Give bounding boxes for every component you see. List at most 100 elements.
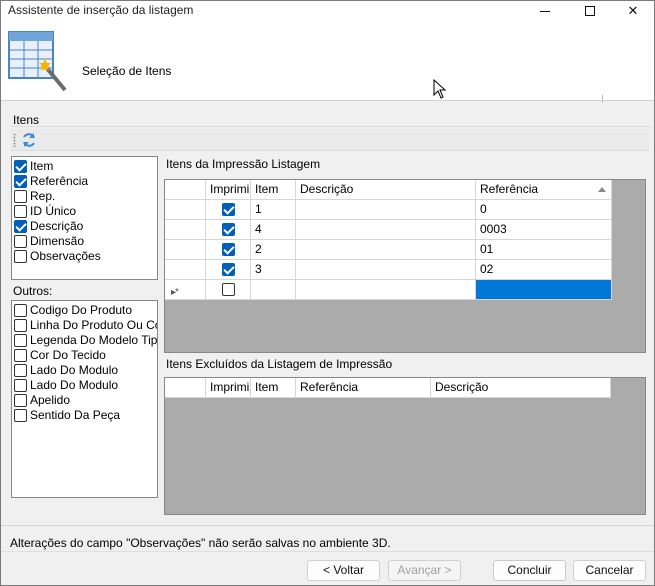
imprimir-cell[interactable] <box>206 220 251 240</box>
minimize-button[interactable] <box>523 1 567 21</box>
checkbox[interactable] <box>14 220 27 233</box>
descricao-cell[interactable] <box>296 280 476 300</box>
checkbox[interactable] <box>14 250 27 263</box>
others-option[interactable]: Legenda Do Modelo Tipo <box>12 333 157 348</box>
field-option-item[interactable]: Item <box>12 159 157 174</box>
checkbox[interactable] <box>222 223 235 236</box>
checkbox[interactable] <box>14 334 27 347</box>
maximize-button[interactable] <box>568 1 612 21</box>
status-divider <box>1 525 654 526</box>
imprimir-cell[interactable] <box>206 240 251 260</box>
others-option[interactable]: Cor Do Tecido <box>12 348 157 363</box>
refresh-icon[interactable] <box>21 132 37 148</box>
field-option-rep[interactable]: Rep. <box>12 189 157 204</box>
item-cell[interactable]: 3 <box>251 260 296 280</box>
minimize-icon <box>540 10 550 12</box>
checkbox[interactable] <box>222 243 235 256</box>
column-header-imprimir[interactable]: Imprimir <box>206 180 251 200</box>
checkbox[interactable] <box>14 304 27 317</box>
group-divider <box>11 126 651 127</box>
step-title: Seleção de Itens <box>82 64 172 78</box>
referencia-cell[interactable]: 0003 <box>476 220 612 240</box>
imprimir-cell[interactable] <box>206 200 251 220</box>
close-button[interactable]: ✕ <box>611 1 655 21</box>
column-header-descricao[interactable]: Descrição <box>431 378 611 398</box>
checkbox[interactable] <box>14 364 27 377</box>
checkbox[interactable] <box>14 319 27 332</box>
imprimir-cell[interactable] <box>206 280 251 300</box>
column-header-referencia[interactable]: Referência <box>296 378 431 398</box>
others-option[interactable]: Sentido Da Peça <box>12 408 157 423</box>
others-option[interactable]: Apelido <box>12 393 157 408</box>
descricao-cell[interactable] <box>296 260 476 280</box>
row-header-corner <box>165 378 206 398</box>
others-option[interactable]: Lado Do Modulo <box>12 363 157 378</box>
column-header-imprimir[interactable]: Imprimir <box>206 378 251 398</box>
toolbar-grip[interactable] <box>13 133 16 147</box>
row-header[interactable] <box>165 200 206 220</box>
fields-checklist: Item Referência Rep. ID Único Descrição … <box>11 156 158 280</box>
referencia-cell[interactable]: 0 <box>476 200 612 220</box>
item-cell[interactable] <box>251 280 296 300</box>
grid-header-row: Imprimir Item Descrição Referência <box>165 180 612 200</box>
field-option-referencia[interactable]: Referência <box>12 174 157 189</box>
referencia-cell-selected[interactable] <box>476 280 612 300</box>
finish-button[interactable]: Concluir <box>493 560 566 581</box>
others-option[interactable]: Lado Do Modulo <box>12 378 157 393</box>
checkbox[interactable] <box>14 394 27 407</box>
new-row[interactable]: ▸* <box>165 280 612 300</box>
wizard-header: Seleção de Itens <box>1 21 654 103</box>
back-button[interactable]: < Voltar <box>307 560 380 581</box>
checkbox[interactable] <box>14 160 27 173</box>
item-cell[interactable]: 1 <box>251 200 296 220</box>
field-option-descricao[interactable]: Descrição <box>12 219 157 234</box>
referencia-cell[interactable]: 01 <box>476 240 612 260</box>
column-header-descricao[interactable]: Descrição <box>296 180 476 200</box>
column-header-referencia[interactable]: Referência <box>476 180 612 200</box>
checkbox[interactable] <box>14 379 27 392</box>
new-row-marker-icon: ▸* <box>171 287 179 298</box>
table-row[interactable]: 3 02 <box>165 260 612 280</box>
row-header[interactable] <box>165 240 206 260</box>
table-row[interactable]: 1 0 <box>165 200 612 220</box>
others-option[interactable]: Linha Do Produto Ou Coc <box>12 318 157 333</box>
others-option[interactable]: Codigo Do Produto <box>12 303 157 318</box>
toolbar <box>11 129 649 151</box>
print-items-grid: Imprimir Item Descrição Referência 1 0 4… <box>164 179 646 353</box>
checkbox[interactable] <box>14 349 27 362</box>
checkbox[interactable] <box>14 235 27 248</box>
grid-header-row: Imprimir Item Referência Descrição <box>165 378 611 398</box>
print-grid-label: Itens da Impressão Listagem <box>166 157 321 171</box>
wizard-window: Assistente de inserção da listagem ✕ Sel… <box>0 0 655 586</box>
field-option-dimensao[interactable]: Dimensão <box>12 234 157 249</box>
excluded-grid-label: Itens Excluídos da Listagem de Impressão <box>166 357 393 371</box>
referencia-cell[interactable]: 02 <box>476 260 612 280</box>
column-header-item[interactable]: Item <box>251 378 296 398</box>
checkbox[interactable] <box>14 190 27 203</box>
mouse-cursor-icon <box>433 79 447 99</box>
new-row-header[interactable]: ▸* <box>165 280 206 300</box>
cancel-button[interactable]: Cancelar <box>573 560 646 581</box>
status-message: Alterações do campo "Observações" não se… <box>10 536 391 550</box>
table-row[interactable]: 4 0003 <box>165 220 612 240</box>
field-option-observacoes[interactable]: Observações <box>12 249 157 264</box>
checkbox[interactable] <box>14 205 27 218</box>
checkbox[interactable] <box>222 203 235 216</box>
item-cell[interactable]: 2 <box>251 240 296 260</box>
item-cell[interactable]: 4 <box>251 220 296 240</box>
column-header-item[interactable]: Item <box>251 180 296 200</box>
checkbox[interactable] <box>222 283 235 296</box>
others-checklist: Codigo Do Produto Linha Do Produto Ou Co… <box>11 300 158 498</box>
descricao-cell[interactable] <box>296 220 476 240</box>
field-option-id-unico[interactable]: ID Único <box>12 204 157 219</box>
imprimir-cell[interactable] <box>206 260 251 280</box>
row-header[interactable] <box>165 260 206 280</box>
table-row[interactable]: 2 01 <box>165 240 612 260</box>
descricao-cell[interactable] <box>296 240 476 260</box>
row-header[interactable] <box>165 220 206 240</box>
checkbox[interactable] <box>14 409 27 422</box>
checkbox[interactable] <box>14 175 27 188</box>
descricao-cell[interactable] <box>296 200 476 220</box>
checkbox[interactable] <box>222 263 235 276</box>
next-button[interactable]: Avançar > <box>388 560 461 581</box>
